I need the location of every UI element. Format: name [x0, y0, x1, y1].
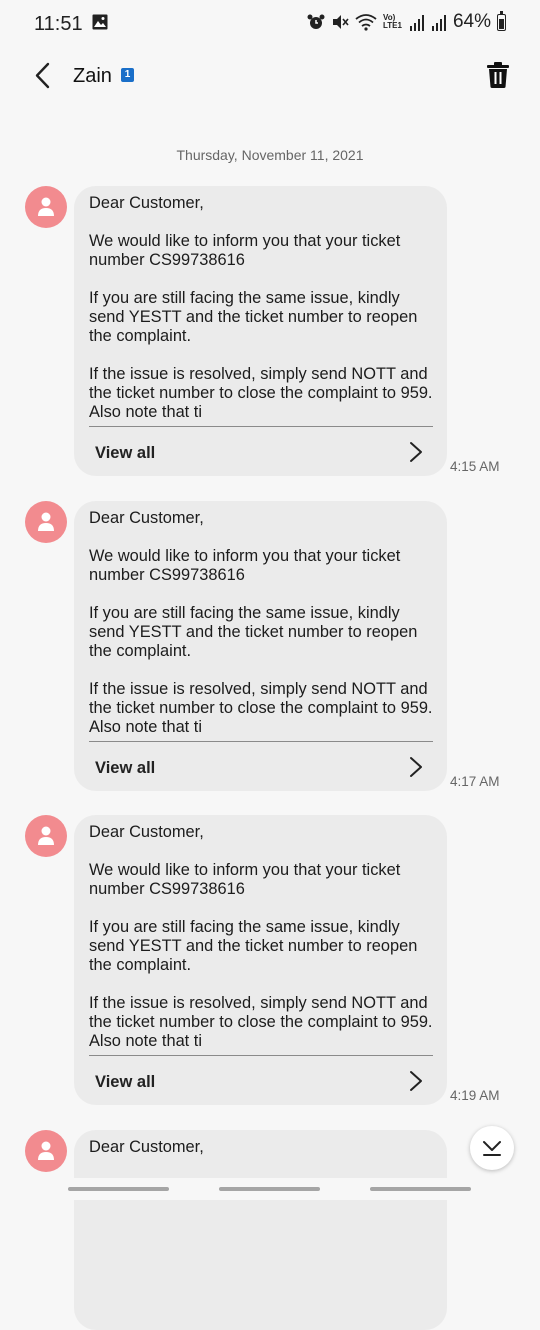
wifi-icon [355, 14, 377, 31]
view-all-label: View all [95, 759, 156, 777]
message-text: Dear Customer, We would like to inform y… [89, 509, 433, 736]
message-text: Dear Customer, We would like to inform y… [89, 194, 433, 421]
navigation-bar [0, 1178, 540, 1200]
view-all-button[interactable]: View all [74, 1056, 447, 1105]
avatar[interactable] [25, 815, 67, 857]
message-time: 4:17 AM [450, 774, 500, 789]
person-icon [38, 826, 54, 845]
battery-icon [497, 10, 506, 31]
signal-icon-2 [431, 14, 446, 31]
view-all-label: View all [95, 444, 156, 462]
chevron-right-icon [410, 1071, 422, 1091]
message-time: 4:19 AM [450, 1088, 500, 1103]
mute-icon [332, 15, 349, 29]
battery-percent: 64% [452, 11, 491, 32]
person-icon [38, 512, 54, 531]
avatar[interactable] [25, 1130, 67, 1172]
network-label: Vo) LTE1 [382, 13, 402, 30]
signal-icon [409, 14, 424, 31]
chevron-right-icon [410, 757, 422, 777]
message-bubble[interactable]: Dear Customer, We would like to inform y… [74, 501, 447, 791]
view-all-button[interactable]: View all [74, 742, 447, 791]
view-all-label: View all [95, 1073, 156, 1091]
contact-name[interactable]: Zain [73, 65, 112, 88]
message-time: 4:15 AM [450, 459, 500, 474]
date-separator: Thursday, November 11, 2021 [176, 147, 364, 163]
message-bubble[interactable]: Dear Customer, We would like to inform y… [74, 1130, 447, 1330]
message-bubble[interactable]: Dear Customer, We would like to inform y… [74, 815, 447, 1105]
sim-badge: 1 [121, 68, 134, 82]
alarm-icon [307, 14, 325, 29]
person-icon [38, 197, 54, 216]
gallery-icon [92, 14, 108, 30]
nav-recents-handle[interactable] [68, 1187, 169, 1191]
chevron-right-icon [410, 442, 422, 462]
scroll-to-bottom-button[interactable] [470, 1126, 514, 1170]
trash-icon[interactable] [486, 61, 510, 89]
status-bar: 11:51 Vo) LTE1 64% [0, 0, 540, 50]
person-icon [38, 1141, 54, 1160]
avatar[interactable] [25, 501, 67, 543]
conversation-header: Zain 1 [0, 50, 540, 104]
nav-home-handle[interactable] [219, 1187, 320, 1191]
status-time: 11:51 [34, 13, 83, 35]
back-arrow-icon[interactable] [28, 60, 60, 92]
view-all-button[interactable]: View all [74, 427, 447, 476]
nav-back-handle[interactable] [370, 1187, 471, 1191]
message-text: Dear Customer, We would like to inform y… [89, 823, 433, 1050]
message-bubble[interactable]: Dear Customer, We would like to inform y… [74, 186, 447, 476]
chevron-down-to-bottom-icon [483, 1141, 501, 1156]
avatar[interactable] [25, 186, 67, 228]
